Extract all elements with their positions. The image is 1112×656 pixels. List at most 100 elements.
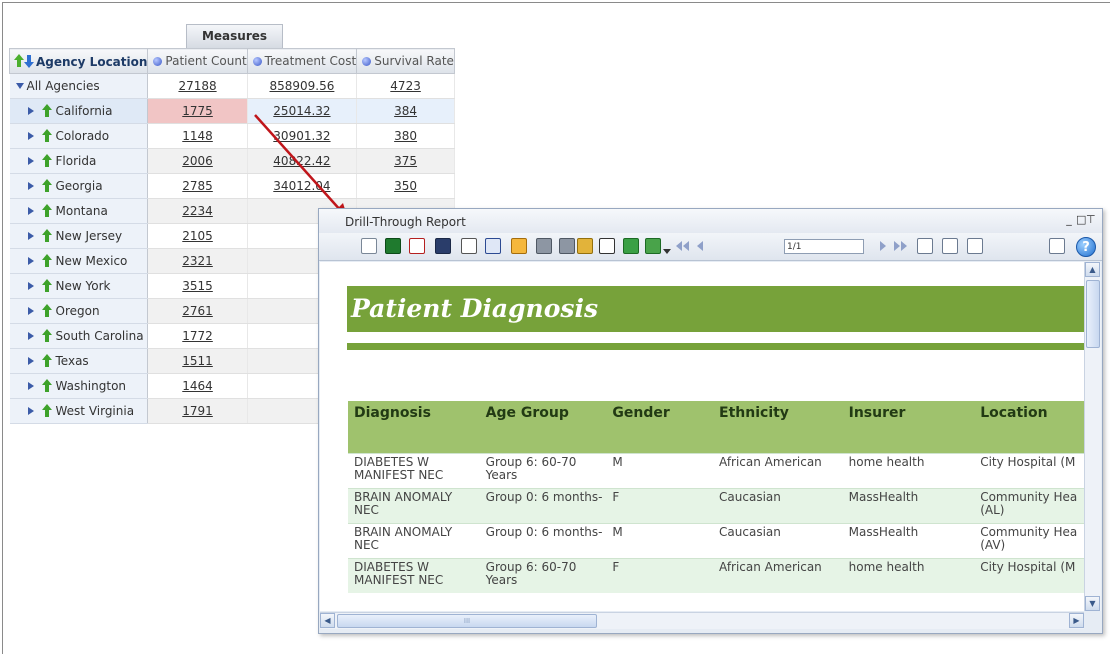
next-page-icon[interactable] (874, 238, 890, 254)
maximize-button[interactable]: □ (1076, 213, 1086, 226)
row-header[interactable]: Washington (9, 373, 149, 399)
email-icon[interactable] (599, 238, 615, 254)
value-link[interactable]: 30901.32 (273, 129, 330, 143)
value-cell[interactable]: 34012.04 (247, 173, 358, 199)
csv-icon[interactable] (435, 238, 451, 254)
value-link[interactable]: 27188 (178, 79, 216, 93)
word-icon[interactable] (485, 238, 501, 254)
value-cell[interactable]: 858909.56 (247, 73, 358, 99)
value-link[interactable]: 1464 (182, 379, 213, 393)
value-link[interactable]: 1148 (182, 129, 213, 143)
value-link[interactable]: 2006 (182, 154, 213, 168)
horizontal-scrollbar[interactable]: ◀ III ▶ (320, 612, 1084, 629)
expand-icon[interactable] (27, 157, 34, 165)
value-link[interactable]: 2785 (182, 179, 213, 193)
pin-button[interactable]: ⊤ (1086, 213, 1096, 226)
page-number-field[interactable] (784, 239, 864, 254)
notes-icon[interactable] (1049, 238, 1065, 254)
row-header[interactable]: Montana (9, 198, 149, 224)
value-cell[interactable]: 4723 (356, 73, 455, 99)
lock-icon[interactable] (577, 238, 593, 254)
window-titlebar[interactable]: Drill-Through Report _□⊤ (319, 209, 1102, 233)
expand-icon[interactable] (27, 207, 34, 215)
row-header[interactable]: Georgia (9, 173, 149, 199)
measure-col-header[interactable]: Treatment Cost (246, 48, 358, 74)
last-page-icon[interactable] (893, 238, 909, 254)
value-cell[interactable]: 1511 (147, 348, 248, 374)
row-header[interactable]: Colorado (9, 123, 149, 149)
scroll-up-button[interactable]: ▲ (1085, 262, 1100, 277)
value-cell[interactable]: 2105 (147, 223, 248, 249)
value-cell[interactable]: 2006 (147, 148, 248, 174)
vertical-scrollbar[interactable]: ▲ ▼ (1084, 262, 1101, 611)
expand-icon[interactable] (27, 357, 34, 365)
value-link[interactable]: 34012.04 (273, 179, 330, 193)
vertical-scroll-thumb[interactable] (1086, 280, 1100, 348)
value-cell[interactable]: 1148 (147, 123, 248, 149)
sort-dimension-icon[interactable] (14, 53, 34, 68)
row-header[interactable]: South Carolina (9, 323, 149, 349)
expand-icon[interactable] (27, 407, 34, 415)
value-link[interactable]: 384 (394, 104, 417, 118)
measure-col-header[interactable]: Survival Rate (356, 48, 455, 74)
value-link[interactable]: 3515 (182, 279, 213, 293)
measures-header[interactable]: Measures (186, 24, 283, 48)
save-icon[interactable] (623, 238, 639, 254)
measure-col-header[interactable]: Patient Count (147, 48, 248, 74)
value-link[interactable]: 2105 (182, 229, 213, 243)
properties-icon[interactable] (942, 238, 958, 254)
row-header[interactable]: West Virginia (9, 398, 149, 424)
value-cell[interactable]: 27188 (147, 73, 248, 99)
value-cell[interactable]: 2785 (147, 173, 248, 199)
expand-icon[interactable] (27, 182, 34, 190)
refresh-dropdown-icon[interactable] (663, 244, 671, 254)
value-link[interactable]: 25014.32 (273, 104, 330, 118)
expand-icon[interactable] (27, 307, 34, 315)
value-link[interactable]: 1775 (182, 104, 213, 118)
value-link[interactable]: 380 (394, 129, 417, 143)
expand-icon[interactable] (27, 132, 34, 140)
horizontal-scroll-thumb[interactable]: III (337, 614, 597, 628)
value-cell[interactable]: 375 (356, 148, 455, 174)
expand-icon[interactable] (27, 282, 34, 290)
expand-icon[interactable] (27, 257, 34, 265)
value-link[interactable]: 40822.42 (273, 154, 330, 168)
location-header[interactable]: Agency Location (8, 48, 149, 74)
value-cell[interactable]: 2761 (147, 298, 248, 324)
row-header[interactable]: Texas (9, 348, 149, 374)
value-cell[interactable]: 1775 (147, 98, 248, 124)
collapse-icon[interactable] (15, 83, 24, 89)
row-header[interactable]: California (9, 98, 149, 124)
value-link[interactable]: 375 (394, 154, 417, 168)
value-cell[interactable]: 40822.42 (247, 148, 358, 174)
scroll-left-button[interactable]: ◀ (320, 613, 335, 628)
excel-icon[interactable] (385, 238, 401, 254)
print-icon[interactable] (536, 238, 552, 254)
expand-icon[interactable] (27, 382, 34, 390)
print-setup-icon[interactable] (559, 238, 575, 254)
list-icon[interactable] (361, 238, 377, 254)
expand-icon[interactable] (27, 232, 34, 240)
first-page-icon[interactable] (674, 238, 690, 254)
value-link[interactable]: 1511 (182, 354, 213, 368)
row-header[interactable]: New Mexico (9, 248, 149, 274)
value-cell[interactable]: 1464 (147, 373, 248, 399)
row-header[interactable]: New Jersey (9, 223, 149, 249)
pdf-icon[interactable] (409, 238, 425, 254)
row-header[interactable]: Florida (9, 148, 149, 174)
export-icon[interactable] (967, 238, 983, 254)
value-cell[interactable]: 1772 (147, 323, 248, 349)
value-link[interactable]: 1791 (182, 404, 213, 418)
value-link[interactable]: 4723 (390, 79, 421, 93)
row-header[interactable]: Oregon (9, 298, 149, 324)
scroll-down-button[interactable]: ▼ (1085, 596, 1100, 611)
value-cell[interactable]: 3515 (147, 273, 248, 299)
value-link[interactable]: 2761 (182, 304, 213, 318)
expand-icon[interactable] (27, 332, 34, 340)
value-link[interactable]: 350 (394, 179, 417, 193)
value-link[interactable]: 2321 (182, 254, 213, 268)
value-cell[interactable]: 350 (356, 173, 455, 199)
value-cell[interactable]: 25014.32 (247, 98, 358, 124)
minimize-button[interactable]: _ (1066, 213, 1076, 226)
scroll-right-button[interactable]: ▶ (1069, 613, 1084, 628)
